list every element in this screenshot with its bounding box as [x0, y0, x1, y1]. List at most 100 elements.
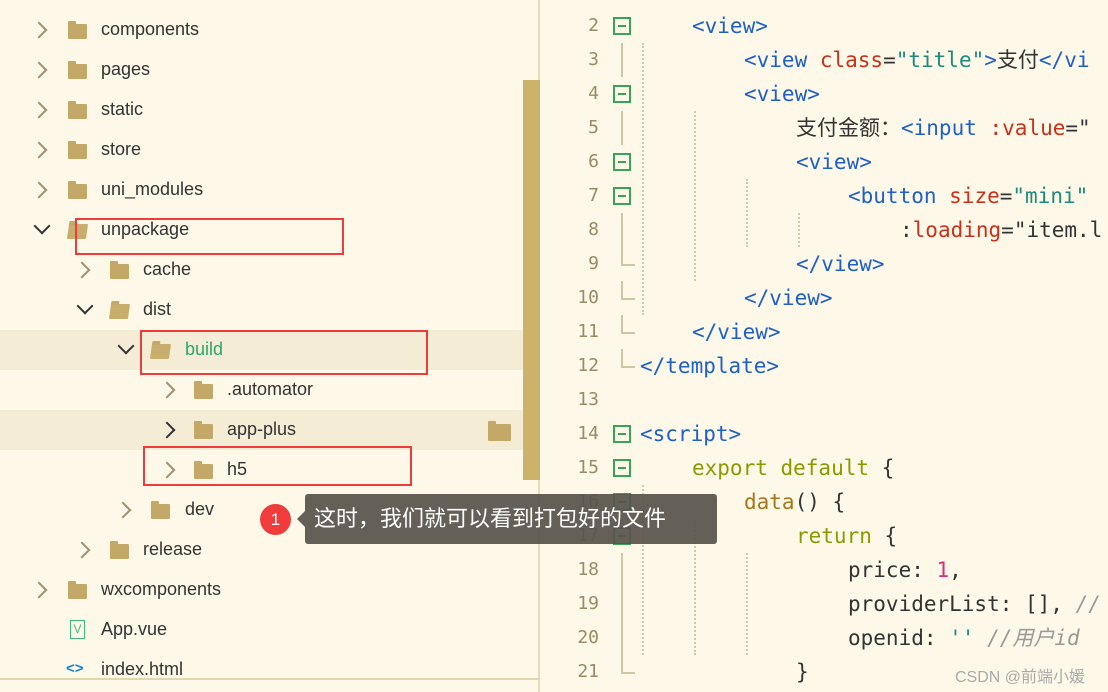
watermark: CSDN @前端小媛 [955, 669, 1086, 686]
chevron-right-icon[interactable] [30, 181, 48, 199]
tree-item-automator[interactable]: .automator [0, 370, 523, 410]
indent-guide [694, 111, 696, 281]
chevron-right-icon[interactable] [30, 101, 48, 119]
code-token-tag: <script> [640, 422, 742, 446]
highlight-box [75, 218, 344, 255]
fold-guide [621, 213, 623, 247]
tree-item-static[interactable]: static [0, 90, 523, 130]
fold-toggle-icon[interactable] [613, 425, 631, 443]
code-token-plain: = [883, 48, 896, 72]
line-number: 9 [588, 253, 599, 274]
chevron-right-icon[interactable] [158, 381, 176, 399]
tree-item-label: App.vue [101, 619, 168, 639]
explorer-scrollbar[interactable] [523, 80, 540, 480]
fold-toggle-icon[interactable] [613, 187, 631, 205]
highlight-box [140, 330, 428, 375]
chevron-right-icon[interactable] [158, 421, 176, 439]
code-token-tag: </template> [640, 354, 780, 378]
code-token-plain: price: [848, 558, 937, 582]
code-line: data() { [744, 485, 845, 519]
fold-guide [621, 247, 623, 265]
line-number: 5 [588, 117, 599, 138]
fold-guide [621, 349, 623, 367]
fold-end-tick [621, 264, 635, 266]
tree-item-label: app-plus [227, 419, 297, 439]
tree-item-store[interactable]: store [0, 130, 523, 170]
fold-toggle-icon[interactable] [613, 459, 631, 477]
fold-guide [621, 43, 623, 77]
folder-icon [68, 581, 87, 599]
folder-icon [68, 181, 87, 199]
fold-guide [621, 111, 623, 145]
fold-toggle-icon[interactable] [613, 85, 631, 103]
tree-item-uni-modules[interactable]: uni_modules [0, 170, 523, 210]
folder-icon [151, 501, 170, 519]
code-token-attr: :value [989, 116, 1066, 140]
fold-end-tick [621, 298, 635, 300]
chevron-down-icon[interactable] [33, 217, 51, 235]
code-token-tag: <view> [796, 150, 872, 174]
chevron-right-icon[interactable] [30, 581, 48, 599]
tree-item-pages[interactable]: pages [0, 50, 523, 90]
code-editor[interactable]: 2 <view> 3 <view class="title">支付</vi 4 <view… [542, 0, 1108, 692]
code-token-num: 1 [936, 558, 950, 582]
code-line: } [796, 655, 809, 689]
code-token-plain: () { [794, 490, 846, 514]
code-token-plain: 支付 [996, 48, 1039, 72]
annotation-tooltip: 这时，我们就可以看到打包好的文件 [297, 494, 717, 544]
html-file-icon: <> [66, 660, 84, 677]
indent-guide [642, 43, 644, 315]
highlight-box [143, 446, 412, 486]
code-token-tag: </view> [744, 286, 833, 310]
tree-item-cache[interactable]: cache [0, 250, 523, 290]
chevron-right-icon[interactable] [30, 141, 48, 159]
code-token-str: '' [949, 626, 975, 650]
chevron-down-icon[interactable] [117, 337, 135, 355]
folder-open-icon [108, 304, 131, 319]
fold-toggle-icon[interactable] [613, 17, 631, 35]
folder-icon [110, 541, 129, 559]
tree-item-wxcomponents[interactable]: wxcomponents [0, 570, 523, 610]
code-line: :loading="item.l [900, 213, 1102, 247]
fold-toggle-icon[interactable] [613, 153, 631, 171]
code-token-tag: </view> [692, 320, 781, 344]
code-token-fn: data [744, 490, 795, 514]
code-token-attr: class [819, 48, 884, 72]
tree-item-components[interactable]: components [0, 10, 523, 50]
chevron-right-icon[interactable] [30, 61, 48, 79]
fold-guide [621, 281, 623, 299]
chevron-right-icon[interactable] [114, 501, 132, 519]
chevron-down-icon[interactable] [76, 297, 94, 315]
indent-guide [798, 213, 800, 247]
code-token-plain: 支付金额： [796, 116, 901, 140]
code-token-tag: <view [744, 48, 820, 72]
chevron-right-icon[interactable] [73, 541, 91, 559]
tree-item-label: pages [101, 59, 151, 79]
code-line: <view class="title">支付</vi [744, 43, 1089, 77]
chevron-right-icon[interactable] [30, 21, 48, 39]
code-token-cmt: //用户id [974, 626, 1080, 650]
tree-item-label: dev [185, 499, 215, 519]
tree-item-label: uni_modules [101, 179, 204, 199]
code-token-str: "mini" [1012, 184, 1089, 208]
code-token-tag: <view> [692, 14, 768, 38]
chevron-right-icon[interactable] [73, 261, 91, 279]
vue-file-icon: V [70, 620, 85, 639]
tree-item-dist[interactable]: dist [0, 290, 523, 330]
line-number: 8 [588, 219, 599, 240]
code-token-plain: = [999, 184, 1013, 208]
line-number: 2 [588, 15, 599, 36]
tree-item-app-plus[interactable]: app-plus [0, 410, 523, 450]
code-token-plain: } [796, 660, 809, 684]
folder-icon [110, 261, 129, 279]
code-line: price: 1, [848, 553, 962, 587]
tree-item-index-html[interactable]: <> index.html [0, 650, 523, 690]
code-line: <button size="mini" [848, 179, 1088, 213]
tree-item-app-vue[interactable]: V App.vue [0, 610, 523, 650]
line-number: 11 [577, 321, 599, 342]
tree-item-label: store [101, 139, 142, 159]
reveal-folder-icon[interactable] [488, 421, 511, 441]
code-line: <view> [744, 77, 820, 111]
fold-end-tick [621, 672, 635, 674]
fold-guide [621, 315, 623, 333]
